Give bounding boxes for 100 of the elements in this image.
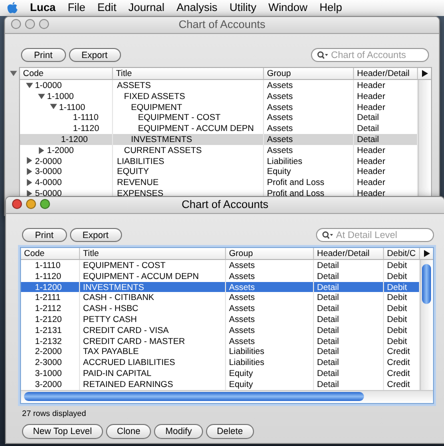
column-arrow-icon[interactable] — [422, 70, 428, 77]
disclosure-triangle-icon[interactable] — [50, 103, 57, 110]
table-cell: Debit — [387, 324, 408, 336]
column-header[interactable]: Header/Detail — [314, 248, 384, 259]
table-cell: ASSETS — [117, 80, 151, 91]
table-cell: Assets — [229, 292, 255, 304]
table-cell: 1-2120 — [35, 314, 62, 325]
table-cell: Debit — [387, 260, 408, 271]
disclosure-triangle-icon[interactable] — [26, 157, 33, 164]
menu-item[interactable]: Luca — [30, 2, 56, 14]
minimize-button[interactable] — [26, 199, 36, 209]
disclosure-triangle-icon[interactable] — [26, 168, 33, 176]
table-cell: Detail — [317, 270, 339, 282]
column-header[interactable]: Debit/C — [384, 248, 420, 259]
table-cell: Credit — [387, 346, 410, 358]
toolbar-button[interactable]: Print — [21, 48, 66, 62]
table-cell: CREDIT CARD - MASTER — [83, 336, 186, 346]
table-cell: Liabilities — [229, 357, 264, 368]
menu-item[interactable]: Journal — [128, 2, 164, 14]
close-button[interactable] — [11, 19, 21, 29]
menu-item[interactable]: Window — [268, 2, 308, 14]
minimize-button[interactable] — [25, 19, 35, 29]
action-button[interactable]: Clone — [106, 424, 152, 439]
table-cell: Debit — [387, 270, 408, 282]
column-arrow-icon[interactable] — [424, 250, 430, 257]
table-cell: Detail — [317, 368, 339, 379]
search-field[interactable]: At Detail Level — [336, 230, 433, 240]
disclosure-triangle-icon[interactable] — [26, 190, 33, 197]
menu-item[interactable]: Help — [319, 2, 342, 14]
zoom-button[interactable] — [40, 199, 50, 209]
menu-item[interactable]: File — [68, 2, 86, 14]
table-cell: EQUIPMENT - COST — [138, 112, 220, 124]
column-header[interactable]: Header/Detail — [354, 68, 418, 79]
search-icon — [322, 231, 333, 239]
table-cell: 1-1200 — [35, 282, 62, 292]
table-cell: ACCRUED LIABILITIES — [83, 357, 176, 368]
disclosure-triangle-icon[interactable] — [38, 92, 45, 100]
table-cell: 1-2111 — [35, 292, 60, 304]
table-cell: Debit — [387, 314, 408, 325]
action-button[interactable]: Modify — [154, 424, 203, 439]
search-field[interactable]: Chart of Accounts — [331, 50, 428, 60]
disclosure-triangle-icon[interactable] — [10, 70, 17, 77]
table-cell: Detail — [317, 282, 339, 292]
search-box[interactable]: Chart of Accounts — [311, 48, 429, 62]
menu-item[interactable]: Analysis — [176, 2, 218, 14]
table-cell: Liabilities — [229, 346, 264, 358]
column-header[interactable]: Title — [80, 248, 226, 259]
table-cell: 1-1120 — [73, 123, 100, 134]
action-button[interactable]: Delete — [206, 424, 254, 439]
table-cell: 1-2132 — [35, 336, 62, 346]
table-cell: Detail — [317, 336, 339, 346]
table-cell: REVENUE — [117, 177, 159, 188]
toolbar-button[interactable]: Print — [22, 228, 67, 242]
table-cell: 4-0000 — [35, 177, 62, 188]
table-cell: EQUITY — [117, 166, 149, 178]
table-cell: Assets — [229, 303, 255, 314]
column-header[interactable]: Group — [264, 68, 354, 79]
table-cell: Debit — [387, 303, 408, 314]
table-cell: CASH - CITIBANK — [83, 292, 154, 304]
table-cell: TAX PAYABLE — [83, 346, 139, 358]
zoom-button[interactable] — [39, 19, 49, 29]
vertical-scrollbar[interactable] — [420, 260, 433, 390]
table-cell: 3-1000 — [35, 368, 62, 379]
menu-item[interactable]: Edit — [97, 2, 116, 14]
table-cell: PETTY CASH — [83, 314, 137, 325]
menu-item[interactable]: Utility — [229, 2, 256, 14]
toolbar-button[interactable]: Export — [70, 228, 122, 242]
table-cell: 1-0000 — [35, 80, 62, 91]
column-header[interactable]: Group — [226, 248, 314, 259]
table-cell: Detail — [317, 303, 339, 314]
table-cell: LIABILITIES — [117, 156, 164, 166]
window-title: Chart of Accounts — [178, 19, 266, 31]
horizontal-scrollbar[interactable] — [21, 390, 433, 403]
disclosure-triangle-icon[interactable] — [26, 179, 33, 186]
table-cell: Header — [357, 102, 386, 112]
table-cell: Debit — [387, 282, 408, 292]
apple-icon[interactable] — [7, 2, 18, 14]
column-header[interactable]: Code — [20, 68, 113, 79]
table-cell: INVESTMENTS — [131, 134, 192, 145]
table-cell: 1-2000 — [47, 144, 74, 156]
close-button[interactable] — [12, 199, 22, 209]
table-cell: 2-3000 — [35, 357, 62, 368]
toolbar-button[interactable]: Export — [68, 48, 121, 62]
disclosure-triangle-icon[interactable] — [26, 82, 33, 89]
table-row[interactable]: 1-1200 INVESTMENTS Assets Detail — [20, 134, 418, 145]
column-header[interactable]: Code — [21, 248, 80, 259]
column-header[interactable]: Title — [113, 68, 264, 79]
action-button[interactable]: New Top Level — [22, 424, 103, 439]
search-box[interactable]: At Detail Level — [316, 228, 434, 242]
disclosure-triangle-icon[interactable] — [38, 146, 45, 154]
table-cell: Equity — [267, 166, 291, 178]
table-cell: Profit and Loss — [267, 188, 324, 199]
table-cell: 3-0000 — [35, 166, 62, 178]
table-cell: Header — [357, 177, 386, 188]
table-cell: CURRENT ASSETS — [124, 144, 202, 156]
vertical-scrollbar[interactable] — [418, 80, 431, 199]
table-row[interactable]: 1-1200 INVESTMENTS Assets Detail Debit — [21, 282, 420, 292]
table-cell: RETAINED EARNINGS — [83, 378, 174, 390]
table-cell: EQUIPMENT - ACCUM DEPN — [138, 123, 254, 134]
table-cell: Assets — [229, 324, 255, 336]
